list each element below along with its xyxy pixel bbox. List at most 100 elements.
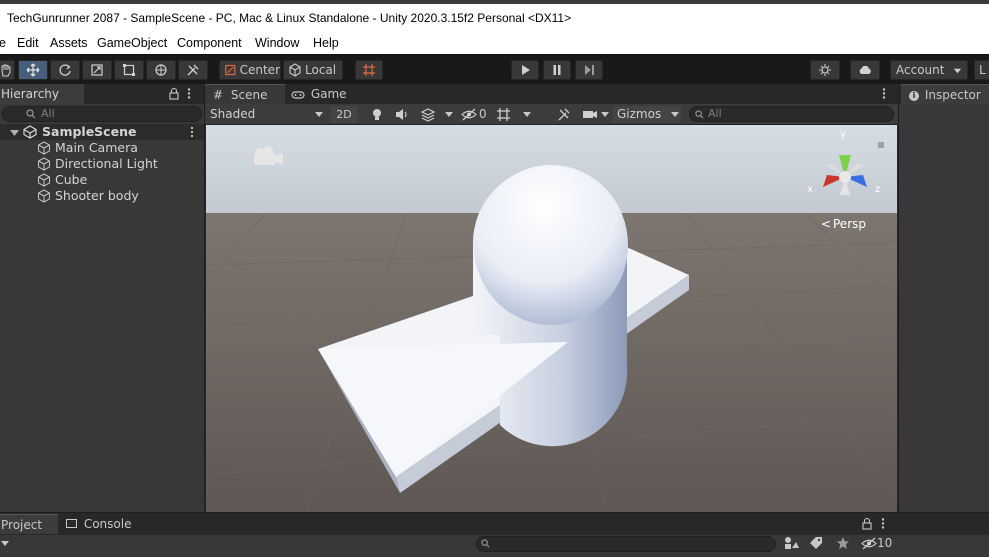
pause-button[interactable]	[543, 60, 571, 80]
bottom-tab-bar: Project Console	[0, 513, 989, 535]
shading-mode-label: Shaded	[210, 107, 256, 121]
step-icon	[585, 65, 594, 75]
pivot-icon	[225, 64, 236, 76]
rotate-tool-button[interactable]	[50, 60, 80, 80]
step-button[interactable]	[575, 60, 603, 80]
hierarchy-item-main-camera[interactable]: Main Camera	[0, 140, 204, 156]
account-dropdown[interactable]: Account	[890, 60, 968, 80]
menu-edit[interactable]: Edit	[17, 36, 39, 50]
hidden-eye-icon[interactable]	[461, 108, 477, 121]
gameobject-cube-icon	[38, 189, 50, 203]
hierarchy-item-directional-light[interactable]: Directional Light	[0, 156, 204, 172]
scene-toolbar: Shaded 2D 0 Gizmos All	[205, 104, 898, 125]
inspector-tab-bar: i Inspector	[899, 84, 989, 104]
grid-toggle-icon[interactable]	[496, 107, 511, 122]
hand-icon	[1, 64, 11, 77]
menu-gameobject[interactable]: GameObject	[97, 36, 167, 50]
favorite-star-icon[interactable]	[836, 536, 850, 550]
label-tag-icon[interactable]	[809, 536, 823, 550]
collab-button[interactable]	[810, 60, 840, 80]
search-icon	[481, 539, 490, 548]
custom-tool-button[interactable]	[178, 60, 208, 80]
tab-console-label: Console	[83, 517, 132, 531]
chevron-down-icon[interactable]	[445, 111, 453, 118]
hierarchy-item-label: Main Camera	[55, 140, 138, 155]
filter-by-type-icon[interactable]	[783, 536, 799, 550]
tab-hierarchy[interactable]: Hierarchy	[0, 84, 84, 104]
space-local-button[interactable]: Local	[283, 60, 343, 80]
chevron-down-icon	[671, 112, 679, 117]
menu-window[interactable]: Window	[255, 36, 299, 50]
gizmos-label: Gizmos	[617, 107, 662, 121]
tab-game[interactable]: Game	[287, 84, 351, 104]
chevron-down-icon[interactable]	[601, 111, 609, 118]
shading-mode-dropdown[interactable]: Shaded	[207, 106, 326, 123]
create-dropdown-icon[interactable]	[1, 540, 9, 547]
hierarchy-panel: Hierarchy All SampleScene Main Camera Di…	[0, 84, 204, 512]
lock-icon[interactable]	[861, 517, 873, 530]
scene-kebab-icon[interactable]	[189, 126, 195, 138]
tools-icon[interactable]	[557, 107, 571, 122]
transform-tool-button[interactable]	[146, 60, 176, 80]
transform-icon	[155, 64, 167, 76]
layers-dropdown[interactable]: L	[974, 60, 989, 80]
pivot-label: Center	[239, 63, 280, 77]
lock-icon[interactable]	[168, 87, 180, 100]
move-tool-button[interactable]	[18, 60, 48, 80]
gizmos-dropdown[interactable]: Gizmos	[613, 106, 681, 123]
effects-layers-icon[interactable]	[420, 107, 436, 122]
tab-game-label: Game	[310, 87, 347, 101]
scene-name: SampleScene	[42, 124, 137, 139]
scene-kebab-icon[interactable]	[881, 87, 887, 100]
toggle-2d-button[interactable]: 2D	[331, 106, 357, 123]
hand-tool-button[interactable]	[0, 60, 15, 80]
persp-chevron-icon: <	[821, 217, 831, 231]
scene-viewport[interactable]: y x z < Persp	[206, 125, 897, 512]
grid-snap-button[interactable]	[355, 60, 383, 80]
tab-project[interactable]: Project	[0, 514, 58, 534]
info-icon: i	[909, 90, 919, 101]
menu-file[interactable]: e	[0, 36, 6, 50]
menu-help[interactable]: Help	[313, 36, 339, 50]
cloud-button[interactable]	[850, 60, 880, 80]
tab-inspector[interactable]: i Inspector	[901, 84, 989, 104]
hierarchy-item-cube[interactable]: Cube	[0, 172, 204, 188]
pivot-center-button[interactable]: Center	[219, 60, 281, 80]
hierarchy-scene-row[interactable]: SampleScene	[0, 124, 204, 140]
hierarchy-item-shooter-body[interactable]: Shooter body	[0, 188, 204, 204]
scale-tool-button[interactable]	[82, 60, 112, 80]
chevron-down-icon[interactable]	[523, 111, 531, 118]
tab-scene[interactable]: # Scene	[205, 84, 285, 104]
camera-icon[interactable]	[582, 108, 598, 121]
tab-scene-label: Scene	[230, 88, 268, 102]
tab-console[interactable]: Console	[62, 514, 142, 534]
rect-tool-button[interactable]	[114, 60, 144, 80]
kebab-menu-icon[interactable]	[186, 87, 192, 100]
menu-component[interactable]: Component	[177, 36, 242, 50]
scene-render: y x z < Persp	[206, 125, 897, 512]
rotate-icon	[59, 64, 71, 76]
scene-search-input[interactable]: All	[689, 106, 894, 122]
play-icon	[522, 65, 530, 75]
expand-arrow-icon[interactable]	[10, 128, 19, 137]
search-icon	[695, 110, 704, 119]
collab-icon	[819, 64, 831, 76]
menu-bar: e Edit Assets GameObject Component Windo…	[0, 32, 989, 54]
play-button[interactable]	[511, 60, 539, 80]
lighting-bulb-icon[interactable]	[370, 107, 384, 122]
hierarchy-item-label: Directional Light	[55, 156, 158, 171]
audio-speaker-icon[interactable]	[394, 108, 410, 121]
gamepad-icon	[291, 90, 305, 99]
project-search-input[interactable]	[476, 536, 776, 552]
axis-z-label: z	[875, 184, 880, 195]
main-toolbar: Center Local Account L	[0, 54, 989, 84]
hidden-eye-icon[interactable]	[861, 537, 877, 550]
tab-project-label: Project	[1, 518, 43, 532]
kebab-menu-icon[interactable]	[880, 517, 886, 530]
menu-assets[interactable]: Assets	[50, 36, 88, 50]
pause-icon	[553, 65, 561, 75]
inspector-tab-label: Inspector	[924, 88, 981, 102]
toggle-2d-label: 2D	[336, 108, 352, 121]
persp-label[interactable]: Persp	[833, 217, 866, 231]
tools-icon	[187, 64, 199, 76]
